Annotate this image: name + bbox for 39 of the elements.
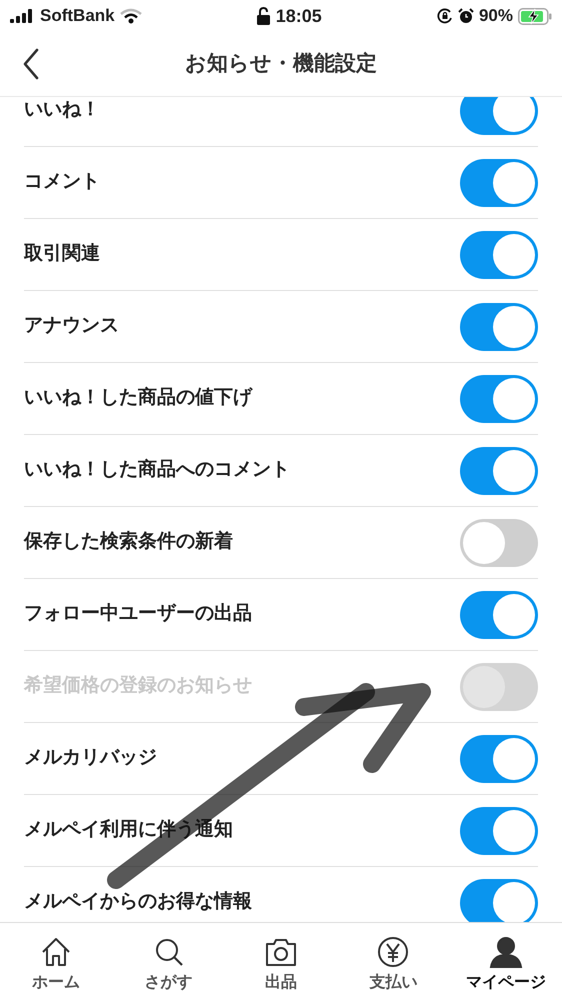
signal-icon [10, 9, 35, 23]
lock-icon [256, 7, 270, 25]
setting-label: メルペイからのお得な情報 [24, 890, 252, 914]
setting-label: フォロー中ユーザーの出品 [24, 602, 252, 626]
page-title: お知らせ・機能設定 [185, 50, 377, 78]
tab-bar-item[interactable]: 支払い [343, 935, 444, 995]
tab-bar-item[interactable]: 出品 [230, 935, 331, 995]
toggle-switch[interactable] [460, 302, 538, 350]
carrier-name: SoftBank [40, 5, 115, 28]
toggle-switch[interactable] [460, 97, 538, 134]
setting-label: いいね！した商品の値下げ [24, 386, 252, 410]
toggle-switch[interactable] [460, 230, 538, 278]
yen-icon [376, 935, 410, 969]
toggle-switch[interactable] [460, 374, 538, 422]
setting-label: メルカリバッジ [24, 746, 157, 770]
toggle-switch[interactable] [460, 590, 538, 638]
alarm-icon [458, 8, 474, 24]
toggle-switch[interactable] [460, 518, 538, 566]
setting-label: 取引関連 [24, 242, 100, 266]
toggle-switch[interactable] [460, 806, 538, 854]
toggle-switch[interactable] [460, 878, 538, 922]
toggle-switch[interactable] [460, 158, 538, 206]
tab-bar-item[interactable]: ホーム [6, 935, 106, 995]
toggle-switch[interactable] [460, 446, 538, 494]
toggle-switch[interactable] [460, 734, 538, 782]
person-icon [488, 935, 523, 969]
setting-label: いいね！ [24, 98, 100, 122]
battery-percent: 90% [478, 5, 513, 28]
setting-label: いいね！した商品へのコメント [24, 458, 290, 482]
setting-label: コメント [24, 170, 100, 194]
setting-label: 保存した検索条件の新着 [24, 529, 233, 554]
back-chevron-icon [22, 48, 40, 80]
setting-label: アナウンス [24, 314, 119, 338]
battery-charging-icon [518, 8, 552, 24]
clock-time: 18:05 [276, 4, 322, 28]
tab-bar-item[interactable]: さがす [118, 935, 219, 995]
wifi-icon [120, 8, 142, 24]
rotation-lock-icon [436, 8, 453, 24]
tab-bar-item[interactable]: マイページ [456, 935, 556, 995]
